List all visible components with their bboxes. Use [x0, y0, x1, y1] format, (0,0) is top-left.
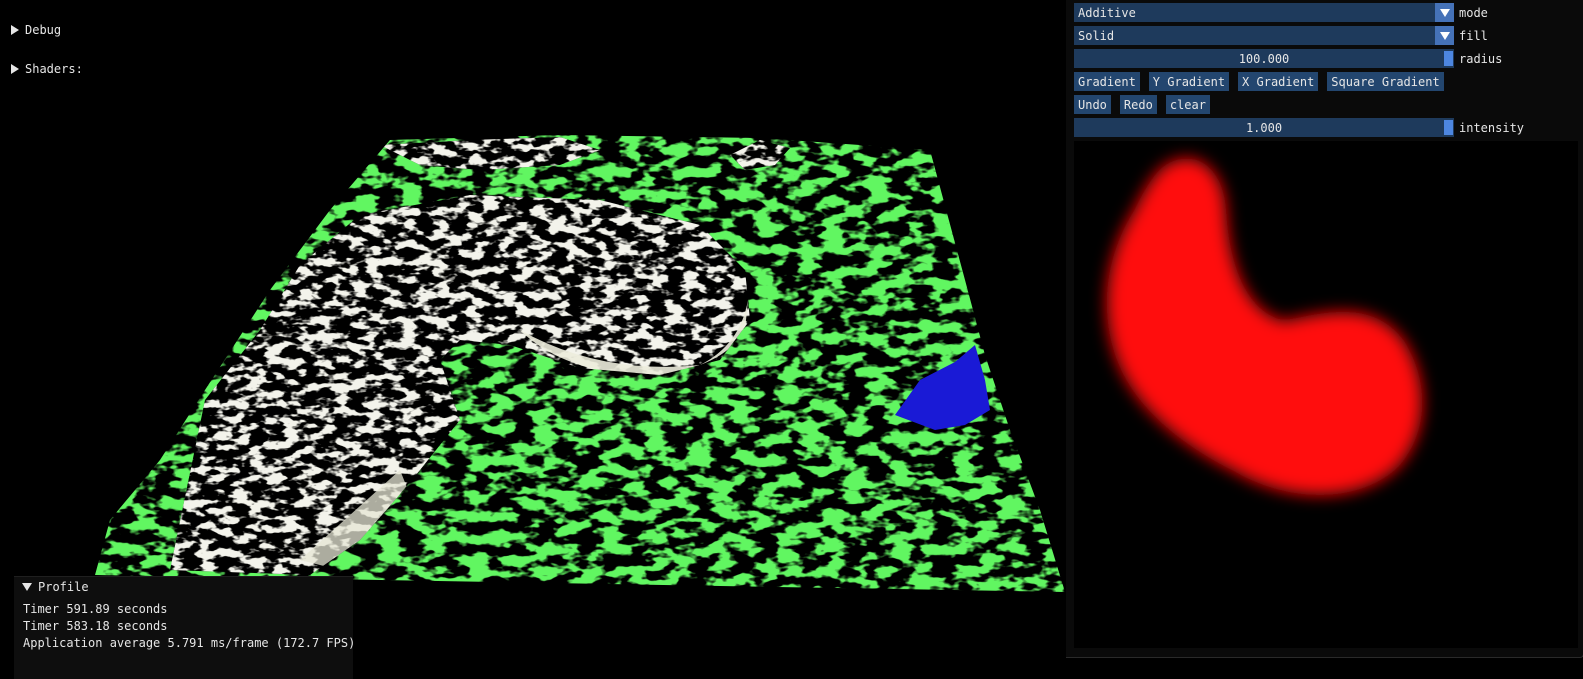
redo-button[interactable]: Redo — [1119, 95, 1157, 114]
intensity-label: intensity — [1459, 120, 1525, 135]
mode-combo[interactable]: Additive — [1074, 3, 1454, 22]
shaders-label: Shaders: — [25, 62, 83, 76]
undo-button[interactable]: Undo — [1074, 95, 1111, 114]
gradient-buttons-row: Gradient Y Gradient X Gradient Square Gr… — [1074, 72, 1453, 91]
fill-value: Solid — [1078, 28, 1115, 43]
mode-value: Additive — [1078, 5, 1136, 20]
mode-label: mode — [1459, 5, 1488, 20]
shaders-tree-node[interactable]: Shaders: — [11, 62, 83, 76]
radius-slider-handle[interactable] — [1444, 51, 1453, 66]
brush-stroke — [1106, 158, 1423, 495]
profile-title: Profile — [38, 580, 89, 594]
profile-header[interactable]: Profile — [22, 580, 89, 594]
profile-fps: Application average 5.791 ms/frame (172.… — [23, 636, 356, 650]
radius-row: 100.000 radius — [1074, 49, 1502, 68]
mode-dropdown-button[interactable] — [1435, 3, 1454, 22]
y-gradient-button[interactable]: Y Gradient — [1148, 72, 1230, 91]
edit-buttons-row: Undo Redo clear — [1074, 95, 1219, 114]
intensity-slider[interactable]: 1.000 — [1074, 118, 1454, 137]
radius-value: 100.000 — [1238, 51, 1290, 66]
radius-label: radius — [1459, 51, 1503, 66]
brush-panel: Additive mode Solid fill 100.000 radius … — [1066, 0, 1583, 658]
fill-dropdown-button[interactable] — [1435, 26, 1454, 45]
profile-window: Profile Timer 591.89 seconds Timer 583.1… — [14, 576, 356, 679]
mode-row: Additive mode — [1074, 3, 1488, 22]
radius-slider[interactable]: 100.000 — [1074, 49, 1454, 68]
x-gradient-button[interactable]: X Gradient — [1238, 72, 1319, 91]
fill-row: Solid fill — [1074, 26, 1488, 45]
fill-label: fill — [1459, 28, 1488, 43]
expand-arrow-icon — [11, 25, 19, 35]
debug-tree-node[interactable]: Debug — [11, 23, 61, 37]
profile-timer-1: Timer 591.89 seconds — [23, 602, 168, 616]
intensity-slider-handle[interactable] — [1444, 120, 1453, 135]
fill-combo[interactable]: Solid — [1074, 26, 1454, 45]
expand-arrow-icon — [11, 64, 19, 74]
debug-label: Debug — [25, 23, 62, 37]
intensity-row: 1.000 intensity — [1074, 118, 1524, 137]
intensity-value: 1.000 — [1245, 120, 1283, 135]
paint-canvas[interactable] — [1074, 141, 1578, 648]
chevron-down-icon — [1439, 8, 1450, 17]
gradient-button[interactable]: Gradient — [1074, 72, 1140, 91]
chevron-down-icon — [1439, 31, 1450, 40]
square-gradient-button[interactable]: Square Gradient — [1327, 72, 1444, 91]
profile-timer-2: Timer 583.18 seconds — [23, 619, 168, 633]
clear-button[interactable]: clear — [1165, 95, 1210, 114]
collapse-arrow-icon — [22, 583, 32, 591]
